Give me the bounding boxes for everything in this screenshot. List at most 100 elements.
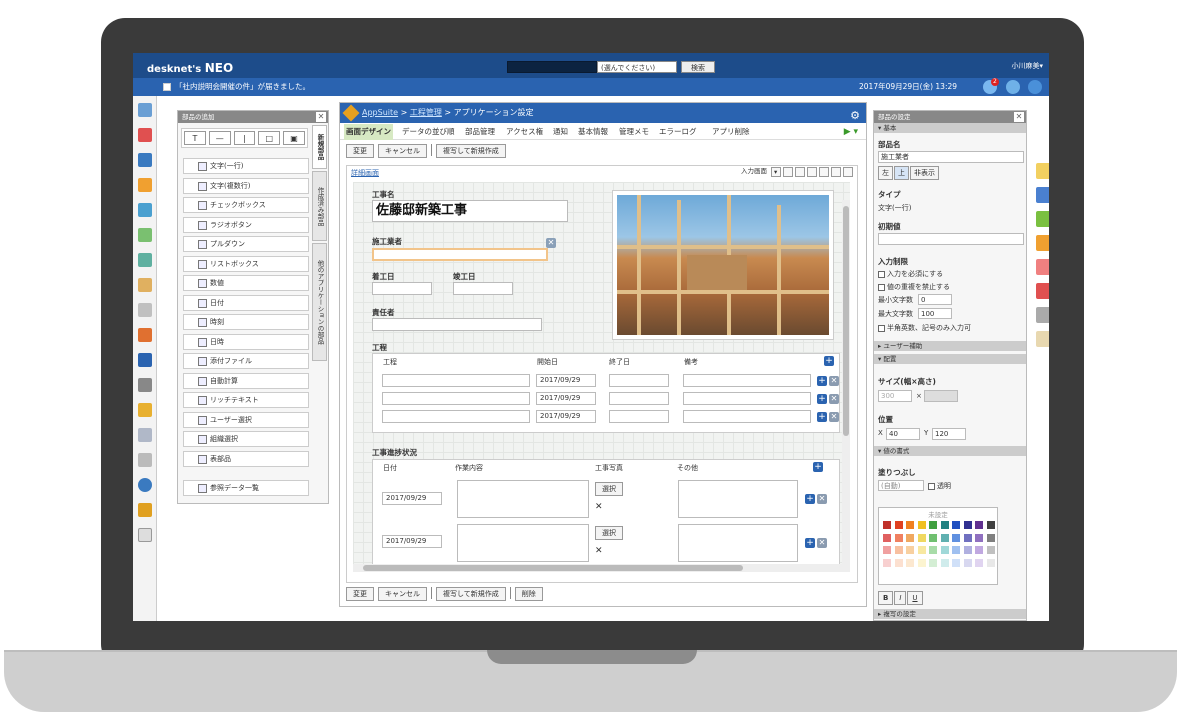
workflow-icon[interactable] <box>138 228 152 242</box>
section-format[interactable]: ▾ 値の書式 <box>874 446 1026 456</box>
part-item[interactable]: 文字(複数行) <box>183 178 309 194</box>
photo-clear-icon[interactable]: ✕ <box>595 502 603 512</box>
box-tool[interactable]: □ <box>258 131 281 145</box>
underline-button[interactable]: U <box>907 591 923 605</box>
min-length-field[interactable]: 0 <box>918 294 952 305</box>
part-item[interactable]: 数値 <box>183 275 309 291</box>
contractor-field[interactable] <box>372 248 548 261</box>
photo-select-button[interactable]: 選択 <box>595 526 623 540</box>
settings-icon[interactable] <box>831 167 841 177</box>
color-swatch[interactable] <box>974 545 984 555</box>
work-content-field[interactable] <box>457 480 589 518</box>
board-icon[interactable] <box>138 303 152 317</box>
progress-date-field[interactable]: 2017/09/29 <box>382 535 442 548</box>
no-duplicate-option[interactable]: 値の重複を禁止する <box>878 282 950 292</box>
project-name-field[interactable]: 佐藤邸新築工事 <box>372 200 568 222</box>
color-swatch[interactable] <box>893 557 904 568</box>
delete-row-icon[interactable]: ✕ <box>829 412 839 422</box>
app-logo[interactable]: desknet's NEO <box>147 61 233 75</box>
color-swatch[interactable] <box>928 557 938 568</box>
add-row-icon[interactable]: + <box>817 394 827 404</box>
add-row-icon[interactable]: + <box>805 538 815 548</box>
process-name-field[interactable] <box>382 392 530 405</box>
color-swatch[interactable] <box>951 520 961 530</box>
max-length-field[interactable]: 100 <box>918 308 952 319</box>
delete-button[interactable]: 削除 <box>514 587 543 601</box>
notice-message[interactable]: 「社内説明会開催の件」が届きました。 <box>175 78 310 96</box>
process-note-field[interactable] <box>683 374 811 387</box>
transparent-option[interactable]: 透明 <box>928 481 951 491</box>
initial-value-field[interactable] <box>878 233 1024 245</box>
tab-error-log[interactable]: エラーログ <box>659 124 697 140</box>
checkbox[interactable] <box>878 283 885 291</box>
memo-icon[interactable] <box>138 278 152 292</box>
color-swatch[interactable] <box>905 532 915 543</box>
color-swatch[interactable] <box>974 557 984 568</box>
pencil-icon[interactable] <box>1036 331 1049 347</box>
process-name-field[interactable] <box>382 374 530 387</box>
required-option[interactable]: 入力を必須にする <box>878 269 943 279</box>
add-row-icon[interactable]: + <box>813 462 823 472</box>
process-start-field[interactable]: 2017/09/29 <box>536 410 596 423</box>
shortcut-tab[interactable] <box>1036 187 1049 203</box>
color-swatch[interactable] <box>905 545 915 555</box>
color-swatch[interactable] <box>893 520 904 530</box>
copy-new-button[interactable]: 複写して新規作成 <box>436 587 506 601</box>
pos-y-field[interactable]: 120 <box>932 428 966 440</box>
search-input[interactable] <box>507 61 597 73</box>
process-end-field[interactable] <box>609 392 669 405</box>
part-item[interactable]: ユーザー選択 <box>183 412 309 428</box>
tab-memo[interactable]: 管理メモ <box>619 124 649 140</box>
tab-data-order[interactable]: データの並び順 <box>402 124 455 140</box>
part-item[interactable]: 表部品 <box>183 451 309 467</box>
remove-icon[interactable]: ✕ <box>546 238 556 248</box>
add-row-icon[interactable]: + <box>824 356 834 366</box>
sticky-icon[interactable] <box>1036 163 1049 179</box>
alnum-option[interactable]: 半角英数、記号のみ入力可 <box>878 323 971 333</box>
appsuite-icon[interactable] <box>138 353 152 367</box>
change-button[interactable]: 変更 <box>346 144 374 158</box>
mail-icon[interactable] <box>138 203 152 217</box>
detail-screen-link[interactable]: 詳細画面 <box>351 168 379 178</box>
scroll-thumb[interactable] <box>363 565 743 571</box>
italic-button[interactable]: I <box>894 591 907 605</box>
text-icon[interactable] <box>138 528 152 542</box>
color-swatch[interactable] <box>882 557 892 568</box>
design-canvas[interactable]: 工事名 佐藤邸新築工事 施工業者 ✕ 着工日 竣工日 責任者 工程 工程 開始日… <box>353 182 850 572</box>
color-swatch[interactable] <box>962 557 973 568</box>
progress-date-field[interactable]: 2017/09/29 <box>382 492 442 505</box>
shortcut-tab[interactable] <box>1036 283 1049 299</box>
color-swatch[interactable] <box>905 557 915 568</box>
section-basic[interactable]: ▾ 基本 <box>874 123 1026 133</box>
end-date-field[interactable] <box>453 282 513 295</box>
color-swatch[interactable] <box>939 545 950 555</box>
search-button[interactable]: 検索 <box>681 61 715 73</box>
image-tool[interactable]: ▣ <box>283 131 305 145</box>
change-button[interactable]: 変更 <box>346 587 374 601</box>
grid-icon[interactable] <box>819 167 829 177</box>
part-item[interactable]: 日付 <box>183 295 309 311</box>
tab-parts[interactable]: 部品管理 <box>465 124 495 140</box>
checkbox[interactable] <box>878 270 885 278</box>
profile-icon[interactable] <box>1028 80 1042 94</box>
color-swatch[interactable] <box>951 545 961 555</box>
color-swatch[interactable] <box>974 520 984 530</box>
tab-access[interactable]: アクセス権 <box>506 124 543 140</box>
work-content-field[interactable] <box>457 524 589 562</box>
color-swatch[interactable] <box>893 532 904 543</box>
part-item[interactable]: プルダウン <box>183 236 309 252</box>
admin-icon[interactable] <box>138 503 152 517</box>
process-end-field[interactable] <box>609 374 669 387</box>
section-user-assist[interactable]: ▸ ユーザー補助 <box>874 341 1026 351</box>
manager-field[interactable] <box>372 318 542 331</box>
color-swatch[interactable] <box>962 532 973 543</box>
shortcut-tab[interactable] <box>1036 307 1049 323</box>
part-item[interactable]: 日時 <box>183 334 309 350</box>
shortcut-tab[interactable] <box>1036 259 1049 275</box>
list-icon[interactable] <box>138 428 152 442</box>
section-layout[interactable]: ▾ 配置 <box>874 354 1026 364</box>
palette-unset[interactable]: 未設定 <box>879 509 997 519</box>
part-item[interactable]: 文字(一行) <box>183 158 309 174</box>
part-item[interactable]: 添付ファイル <box>183 353 309 369</box>
align-left-button[interactable]: 左 <box>878 166 893 180</box>
